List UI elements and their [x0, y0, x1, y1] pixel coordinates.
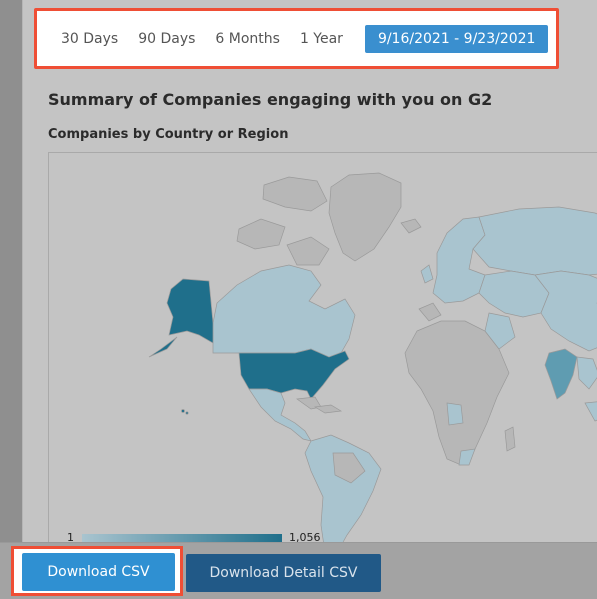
range-90-days[interactable]: 90 Days: [138, 25, 195, 53]
canada-region: [212, 264, 356, 360]
download-csv-button[interactable]: Download CSV: [22, 553, 175, 591]
range-6-months[interactable]: 6 Months: [215, 25, 280, 53]
download-detail-csv-button[interactable]: Download Detail CSV: [186, 554, 381, 592]
greenland-region: [328, 172, 402, 262]
china-region: [534, 270, 597, 352]
world-map[interactable]: [48, 152, 597, 554]
summary-title: Summary of Companies engaging with you o…: [48, 90, 493, 109]
europe-region: [432, 216, 486, 304]
mexico-region: [248, 388, 312, 442]
russia-region: [472, 206, 597, 276]
date-range-selector: 30 Days 90 Days 6 Months 1 Year 9/16/202…: [34, 8, 559, 69]
legend-color-scale: [82, 534, 282, 542]
india-region: [544, 348, 578, 400]
arctic-islands-region: [262, 176, 328, 212]
alaska-region: [166, 278, 214, 344]
date-range-bar: 30 Days 90 Days 6 Months 1 Year 9/16/202…: [43, 17, 550, 60]
africa-region: [404, 320, 510, 466]
range-1-year[interactable]: 1 Year: [300, 25, 343, 53]
range-30-days[interactable]: 30 Days: [61, 25, 118, 53]
world-map-svg: [148, 172, 597, 553]
range-custom-selected[interactable]: 9/16/2021 - 9/23/2021: [364, 24, 549, 53]
map-title: Companies by Country or Region: [48, 127, 289, 142]
